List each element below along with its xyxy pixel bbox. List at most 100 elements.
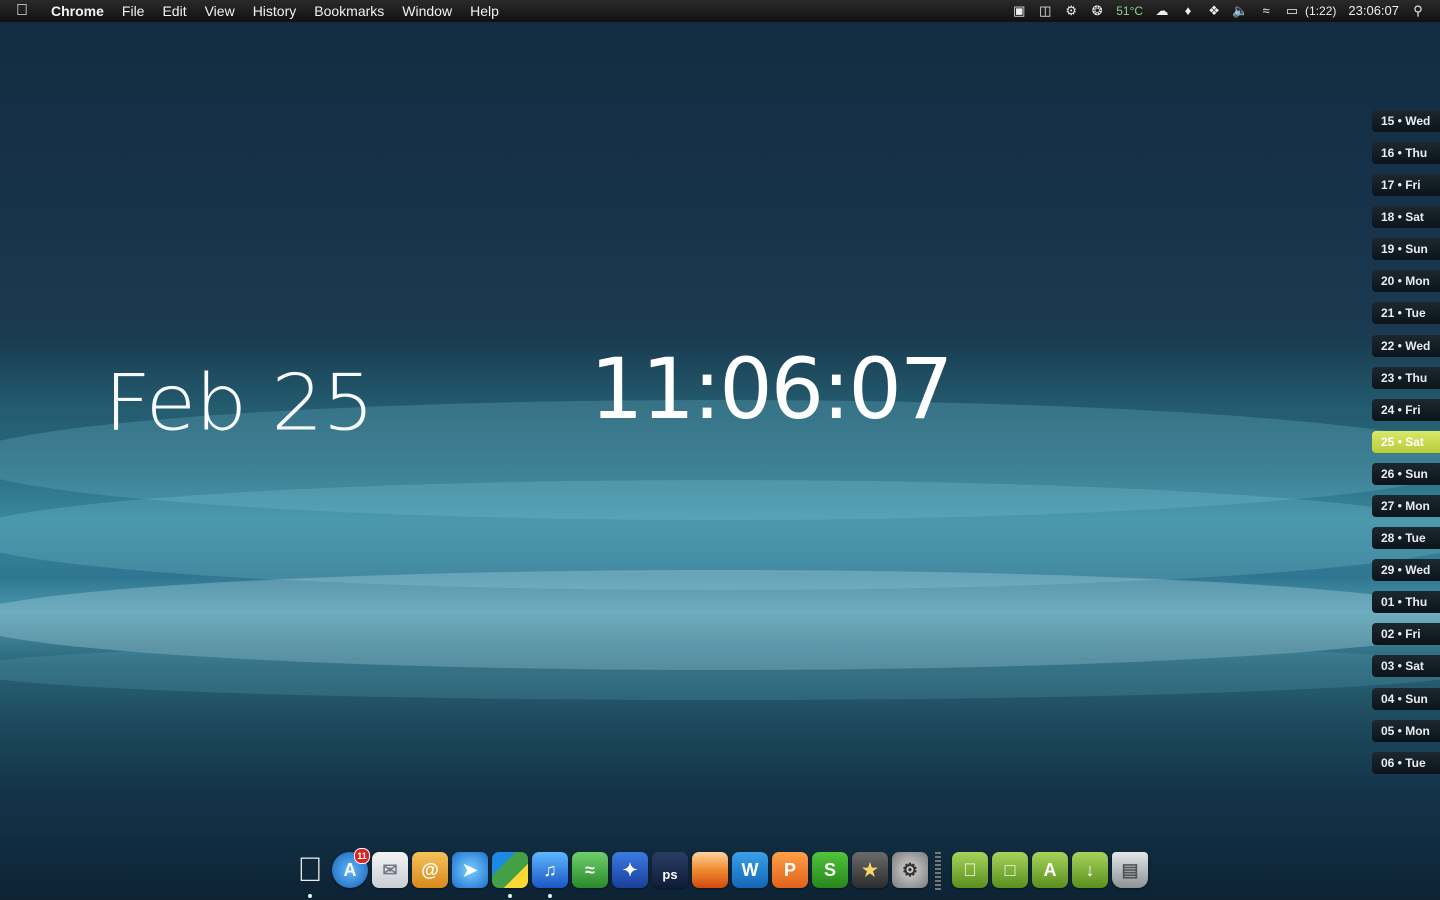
display-icon[interactable]: ◫ <box>1037 4 1053 18</box>
battery-icon[interactable]: ▭ <box>1284 4 1300 18</box>
app-store-badge: 11 <box>354 848 370 864</box>
menu-bar:  Chrome File Edit View History Bookmark… <box>0 0 1440 22</box>
calendar-day[interactable]: 16 ● Thu <box>1372 142 1440 164</box>
running-indicator <box>508 894 512 898</box>
calendar-day[interactable]: 05 ● Mon <box>1372 720 1440 742</box>
photoshop-icon[interactable]: ps <box>652 852 688 888</box>
volume-icon[interactable]: 🔈 <box>1232 4 1248 18</box>
menu-help[interactable]: Help <box>461 0 508 22</box>
calendar-day-weekday: Wed <box>1405 114 1431 128</box>
calendar-day-number: 04 <box>1381 692 1395 706</box>
calendar-day-weekday: Tue <box>1405 531 1426 545</box>
app-layers-icon[interactable] <box>692 852 728 888</box>
calendar-separator-dot: ● <box>1397 661 1403 670</box>
gear-icon[interactable]: ⚙ <box>1063 4 1079 18</box>
word-processor-icon[interactable]: W <box>732 852 768 888</box>
wifi-icon[interactable]: ≈ <box>1258 4 1274 18</box>
desktop-wallpaper <box>0 0 1440 900</box>
google-chrome-icon[interactable] <box>492 852 528 888</box>
spreadsheet-icon[interactable]: S <box>812 852 848 888</box>
app-menu-chrome[interactable]: Chrome <box>42 0 113 22</box>
calendar-day-weekday: Mon <box>1405 724 1430 738</box>
evernote-icon[interactable]: ♦ <box>1180 4 1196 18</box>
calendar-day-number: 27 <box>1381 499 1395 513</box>
address-book-icon[interactable]: @ <box>412 852 448 888</box>
menu-view[interactable]: View <box>196 0 244 22</box>
calendar-day-number: 28 <box>1381 531 1395 545</box>
system-preferences-icon[interactable]: ⚙ <box>892 852 928 888</box>
calendar-separator-dot: ● <box>1397 373 1403 382</box>
calendar-day-today[interactable]: 25 ● Sat <box>1372 431 1440 453</box>
presentation-icon[interactable]: P <box>772 852 808 888</box>
calendar-day-weekday: Thu <box>1405 595 1428 609</box>
finder-apple-icon[interactable]:  <box>292 852 328 888</box>
calendar-day[interactable]: 15 ● Wed <box>1372 110 1440 132</box>
calendar-day[interactable]: 29 ● Wed <box>1372 559 1440 581</box>
calendar-day-weekday: Tue <box>1405 756 1426 770</box>
tweetbot-icon[interactable]: ✦ <box>612 852 648 888</box>
calendar-day-number: 18 <box>1381 210 1395 224</box>
calendar-day[interactable]: 28 ● Tue <box>1372 527 1440 549</box>
calendar-day-weekday: Mon <box>1405 499 1430 513</box>
documents-stack-icon[interactable]: □ <box>992 852 1028 888</box>
trash-icon[interactable]: ▤ <box>1112 852 1148 888</box>
menu-history[interactable]: History <box>244 0 306 22</box>
battery-time[interactable]: (1:22) <box>1305 0 1336 22</box>
calendar-day[interactable]: 19 ● Sun <box>1372 238 1440 260</box>
calendar-day[interactable]: 06 ● Tue <box>1372 752 1440 774</box>
calendar-day-number: 25 <box>1381 435 1395 449</box>
folder-stack-icon[interactable]:  <box>952 852 988 888</box>
terminal-icon[interactable]: ▣ <box>1011 4 1027 18</box>
calendar-day-weekday: Sun <box>1405 467 1428 481</box>
calendar-day-weekday: Mon <box>1405 274 1430 288</box>
spotlight-search-icon[interactable]: ⚲ <box>1410 4 1426 18</box>
calendar-day[interactable]: 02 ● Fri <box>1372 623 1440 645</box>
calendar-day[interactable]: 21 ● Tue <box>1372 302 1440 324</box>
calendar-day-weekday: Sun <box>1405 692 1428 706</box>
time-machine-icon[interactable]: ❂ <box>1089 4 1105 18</box>
calendar-day[interactable]: 20 ● Mon <box>1372 270 1440 292</box>
running-indicator <box>308 894 312 898</box>
calendar-day[interactable]: 17 ● Fri <box>1372 174 1440 196</box>
calendar-day-number: 23 <box>1381 371 1395 385</box>
calendar-separator-dot: ● <box>1397 629 1403 638</box>
downloads-stack-icon[interactable]: ↓ <box>1072 852 1108 888</box>
calendar-day-number: 16 <box>1381 146 1395 160</box>
calendar-day-weekday: Sat <box>1405 435 1424 449</box>
menu-window[interactable]: Window <box>393 0 461 22</box>
dock-separator <box>935 852 941 892</box>
calendar-day-weekday: Fri <box>1405 178 1421 192</box>
calendar-day[interactable]: 03 ● Sat <box>1372 655 1440 677</box>
dropbox-icon[interactable]: ❖ <box>1206 4 1222 18</box>
calendar-day-number: 20 <box>1381 274 1395 288</box>
calendar-day-number: 24 <box>1381 403 1395 417</box>
app-store-icon[interactable]: A 11 <box>332 848 370 888</box>
calendar-day[interactable]: 23 ● Thu <box>1372 367 1440 389</box>
calendar-day[interactable]: 18 ● Sat <box>1372 206 1440 228</box>
calendar-day[interactable]: 27 ● Mon <box>1372 495 1440 517</box>
temperature-readout[interactable]: 51°C <box>1116 0 1143 22</box>
calendar-day[interactable]: 26 ● Sun <box>1372 463 1440 485</box>
calendar-day-number: 02 <box>1381 627 1395 641</box>
itunes-icon[interactable]: ♫ <box>532 852 568 888</box>
cloud-icon[interactable]: ☁ <box>1154 4 1170 18</box>
apple-menu-icon[interactable]:  <box>0 2 42 20</box>
safari-icon[interactable]: ➤ <box>452 852 488 888</box>
calendar-day-number: 22 <box>1381 339 1395 353</box>
imovie-star-icon[interactable]: ★ <box>852 852 888 888</box>
calendar-separator-dot: ● <box>1397 341 1403 350</box>
calendar-separator-dot: ● <box>1397 212 1403 221</box>
calendar-day[interactable]: 24 ● Fri <box>1372 399 1440 421</box>
menu-edit[interactable]: Edit <box>153 0 195 22</box>
mail-icon[interactable]: ✉ <box>372 852 408 888</box>
menu-file[interactable]: File <box>113 0 154 22</box>
menu-bookmarks[interactable]: Bookmarks <box>305 0 393 22</box>
calendar-day-weekday: Fri <box>1405 627 1421 641</box>
calendar-day[interactable]: 04 ● Sun <box>1372 688 1440 710</box>
menubar-clock[interactable]: 23:06:07 <box>1348 0 1399 22</box>
calendar-day[interactable]: 01 ● Thu <box>1372 591 1440 613</box>
applications-stack-icon[interactable]: A <box>1032 852 1068 888</box>
spotify-icon[interactable]: ≈ <box>572 852 608 888</box>
calendar-day[interactable]: 22 ● Wed <box>1372 335 1440 357</box>
calendar-day-number: 01 <box>1381 595 1395 609</box>
